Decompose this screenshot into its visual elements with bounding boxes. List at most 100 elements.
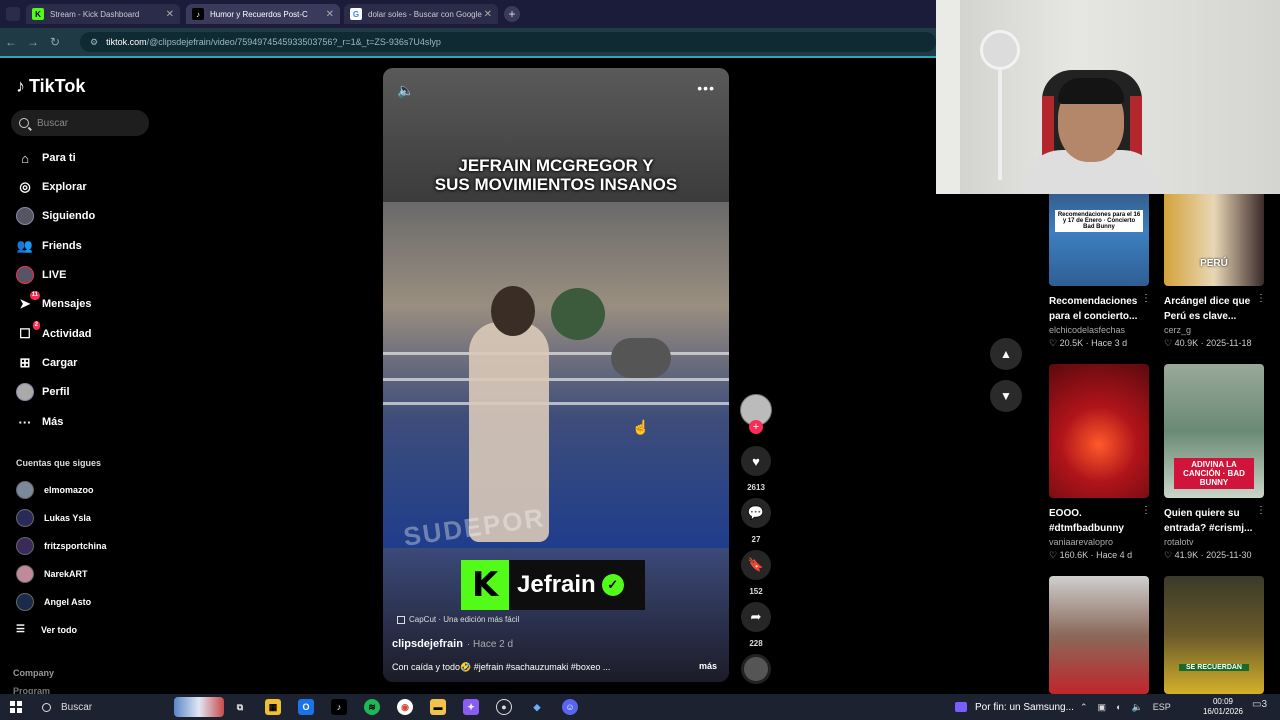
following-item[interactable]: elmomazoo: [16, 481, 94, 499]
share-icon[interactable]: ➦: [741, 602, 771, 632]
video-player[interactable]: SUDEPOR JEFRAIN MCGREGOR Y SUS MOVIMIENT…: [383, 68, 729, 682]
previous-video-button[interactable]: ▲: [990, 338, 1022, 370]
tab-tiktok-video[interactable]: ♪ Humor y Recuerdos Post-C ✕: [186, 4, 340, 24]
file-explorer-icon[interactable]: ▬: [430, 699, 446, 715]
video-title-line: SUS MOVIMIENTOS INSANOS: [434, 175, 678, 194]
spotify-icon[interactable]: ≋: [364, 699, 380, 715]
following-item[interactable]: NarekART: [16, 565, 88, 583]
nav-cargar[interactable]: ⊞ Cargar: [16, 353, 78, 373]
following-item[interactable]: fritzsportchina: [16, 537, 107, 555]
recommendation-card[interactable]: ADIVINA LA CANCIÓN · BAD BUNNY Quien qui…: [1164, 364, 1266, 561]
save-action[interactable]: 🔖 152: [740, 550, 772, 596]
nav-actividad[interactable]: ☐ 2 Actividad: [16, 321, 92, 344]
more-caption-link[interactable]: más: [699, 661, 717, 671]
ring-rope: [383, 402, 729, 405]
more-options-icon[interactable]: •••: [697, 80, 715, 96]
share-action[interactable]: ➦ 228: [740, 602, 772, 648]
like-action[interactable]: ♥ 2613: [740, 446, 772, 492]
taskbar-search[interactable]: Buscar: [32, 694, 224, 720]
forward-icon[interactable]: →: [22, 35, 44, 49]
video-thumbnail[interactable]: SE RECUERDAN: [1164, 576, 1264, 694]
watermark-name: Jefrain: [517, 571, 596, 598]
fan-stand: [998, 70, 1002, 180]
card-meta: ♡ 40.9K · 2025-11-18: [1164, 338, 1252, 348]
tiktok-logo[interactable]: ♪ TikTok: [16, 76, 85, 97]
nav-para-ti[interactable]: ⌂ Para ti: [16, 148, 76, 168]
nav-explorar[interactable]: ◎ Explorar: [16, 177, 87, 197]
language-indicator[interactable]: ESP: [1153, 702, 1171, 712]
see-all-link[interactable]: ☰ Ver todo: [16, 624, 77, 635]
tray-app-icon[interactable]: ◐: [1116, 702, 1121, 712]
media-player-icon: [955, 702, 967, 712]
recommendation-card[interactable]: EOOO. #dtmfbadbunny vaniaarevalopro ♡ 16…: [1049, 364, 1151, 561]
following-item[interactable]: Angel Asto: [16, 593, 91, 611]
video-thumbnail[interactable]: [1049, 576, 1149, 694]
comment-icon[interactable]: 💬: [741, 498, 771, 528]
media-widget[interactable]: Por fin: un Samsung...: [955, 694, 1074, 720]
nav-label: Explorar: [42, 181, 87, 193]
card-user: rotalotv: [1164, 537, 1194, 547]
obs-icon[interactable]: ●: [496, 699, 512, 715]
speaker-icon[interactable]: 🔈: [1132, 702, 1143, 713]
recommendation-card[interactable]: [1049, 576, 1149, 694]
app-icon[interactable]: ◆: [529, 699, 545, 715]
save-count: 152: [749, 587, 763, 596]
tab-google-search[interactable]: G dolar soles - Buscar con Google ✕: [344, 4, 498, 24]
chevron-up-icon[interactable]: ⌃: [1080, 702, 1088, 713]
video-author[interactable]: clipsdejefrain · Hace 2 d: [392, 638, 513, 650]
close-icon[interactable]: ✕: [326, 9, 334, 20]
sound-disc-icon[interactable]: [741, 654, 771, 684]
copilot-icon[interactable]: ✦: [463, 699, 479, 715]
close-icon[interactable]: ✕: [484, 9, 492, 20]
site-info-icon[interactable]: ⚙: [90, 37, 98, 48]
discord-icon[interactable]: ☺: [562, 699, 578, 715]
windows-start-icon[interactable]: [10, 701, 22, 713]
tray-app-icon[interactable]: ▣: [1098, 702, 1107, 713]
heart-icon[interactable]: ♥: [741, 446, 771, 476]
tab-menu-button[interactable]: [6, 7, 20, 21]
company-link[interactable]: Company: [13, 668, 54, 678]
capcut-label[interactable]: CapCut · Una edición más fácil: [397, 615, 519, 624]
notification-icon[interactable]: ▭3: [1252, 699, 1267, 710]
nav-live[interactable]: LIVE: [16, 265, 66, 285]
compass-icon: ◎: [19, 179, 31, 194]
card-likes: 41.9K: [1174, 550, 1199, 560]
more-options-icon[interactable]: ⋮: [1141, 505, 1151, 516]
store-icon[interactable]: ▦: [265, 699, 281, 715]
avatar: [16, 481, 34, 499]
outlook-icon[interactable]: O: [298, 699, 314, 715]
thumbnail-overlay-text: PERÚ: [1200, 258, 1228, 269]
back-icon[interactable]: ←: [0, 35, 22, 49]
video-thumbnail[interactable]: [1049, 364, 1149, 498]
following-item[interactable]: Lukas Ysla: [16, 509, 91, 527]
more-options-icon[interactable]: ⋮: [1256, 505, 1266, 516]
nav-label: Siguiendo: [42, 210, 96, 222]
tiktok-app-icon[interactable]: ♪: [331, 699, 347, 715]
nav-friends[interactable]: 👥 Friends: [16, 236, 82, 256]
bookmark-icon[interactable]: 🔖: [741, 550, 771, 580]
search-input[interactable]: Buscar: [11, 110, 149, 136]
comment-action[interactable]: 💬 27: [740, 498, 772, 544]
tiktok-icon: ♪: [192, 8, 204, 20]
chrome-icon[interactable]: ◉: [397, 699, 413, 715]
nav-mas[interactable]: ··· Más: [16, 412, 64, 432]
next-video-button[interactable]: ▼: [990, 380, 1022, 412]
chevron-down-icon: ▼: [1000, 389, 1012, 403]
tab-kick-dashboard[interactable]: K Stream - Kick Dashboard ✕: [26, 4, 180, 24]
nav-siguiendo[interactable]: Siguiendo: [16, 206, 95, 226]
recommendation-card[interactable]: SE RECUERDAN: [1164, 576, 1264, 694]
task-view-icon[interactable]: ⧉: [232, 699, 248, 715]
url-field[interactable]: ⚙ tiktok.com/@clipsdejefrain/video/75949…: [80, 32, 936, 52]
follow-plus-icon[interactable]: +: [749, 420, 763, 434]
volume-icon[interactable]: 🔈: [397, 82, 414, 99]
more-options-icon[interactable]: ⋮: [1256, 293, 1266, 304]
more-options-icon[interactable]: ⋮: [1141, 293, 1151, 304]
avatar: [16, 509, 34, 527]
nav-mensajes[interactable]: ➤ 11 Mensajes: [16, 291, 92, 314]
video-thumbnail[interactable]: ADIVINA LA CANCIÓN · BAD BUNNY: [1164, 364, 1264, 498]
new-tab-button[interactable]: +: [504, 6, 520, 22]
nav-perfil[interactable]: Perfil: [16, 382, 70, 402]
close-icon[interactable]: ✕: [166, 9, 174, 20]
clock[interactable]: 00:09 16/01/2026: [1198, 697, 1248, 717]
reload-icon[interactable]: ↻: [44, 35, 66, 49]
